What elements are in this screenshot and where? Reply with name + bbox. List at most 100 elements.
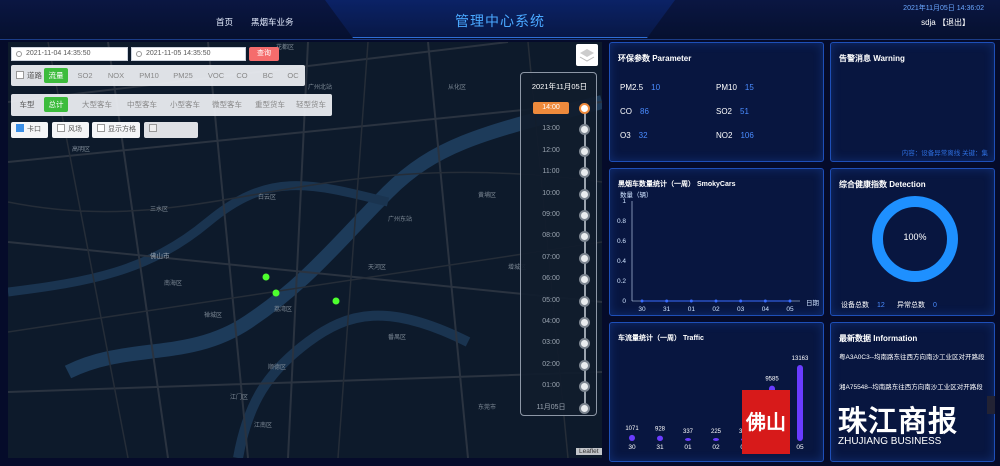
- env-key: NO2: [716, 131, 733, 140]
- timeline-dot[interactable]: [579, 124, 590, 136]
- road-checkbox[interactable]: 道路: [15, 68, 43, 83]
- vehicle-type-option[interactable]: 轻型货车: [292, 97, 330, 112]
- vehicle-type-option[interactable]: 小型客车: [166, 97, 204, 112]
- traffic-value-label: 13163: [792, 356, 809, 362]
- timeline-dot[interactable]: [579, 188, 590, 200]
- timeline-dot[interactable]: [579, 274, 590, 286]
- timeline-dot[interactable]: [579, 167, 590, 179]
- start-time-input[interactable]: 2021-11-04 14:35:50: [11, 47, 128, 61]
- vehicle-type-option[interactable]: 总计: [44, 97, 68, 112]
- traffic-xtick: 02: [712, 444, 720, 451]
- traffic-bar: [629, 434, 635, 441]
- timeline-label: 10:00: [542, 189, 560, 197]
- timeline-label: 01:00: [542, 382, 560, 390]
- timeline-dot[interactable]: [579, 252, 590, 264]
- checkpoint-checkbox[interactable]: 卡口: [11, 122, 48, 138]
- watermark-logo: 佛山: [742, 390, 790, 454]
- timeline-row[interactable]: 06:00: [521, 273, 598, 286]
- warning-title: 告警消息 Warning: [839, 54, 905, 63]
- pollutant-option[interactable]: 流量: [44, 68, 68, 83]
- scrollbar[interactable]: [987, 396, 995, 414]
- warning-note[interactable]: 内容：设备异常离线 关键：集: [902, 147, 988, 157]
- timeline-row[interactable]: 05:00: [521, 295, 598, 307]
- device-total-label: 设备总数: [841, 302, 869, 309]
- vehicle-type-option[interactable]: 重型货车: [251, 97, 289, 112]
- wind-checkbox[interactable]: 风场: [52, 122, 89, 138]
- smoky-ytick: 0.2: [617, 278, 626, 285]
- abnormal-total-label: 异常总数: [897, 302, 925, 309]
- abnormal-total-value: 0: [933, 302, 937, 309]
- device-total-value: 12: [877, 302, 885, 309]
- vehicle-type-option[interactable]: 中型客车: [123, 97, 161, 112]
- pollutant-option[interactable]: VOC: [204, 68, 228, 83]
- env-value: 32: [638, 131, 648, 140]
- timeline-dot[interactable]: [579, 359, 590, 371]
- health-title: 综合健康指数 Detection: [839, 180, 926, 189]
- pollutant-option[interactable]: PM25: [170, 68, 196, 83]
- smoky-xtick: 05: [786, 306, 794, 313]
- logout-link[interactable]: 【退出】: [938, 18, 970, 27]
- timeline-dot[interactable]: [579, 231, 590, 243]
- vehicle-type-option[interactable]: 微型客车: [208, 97, 246, 112]
- map-label: 广州东站: [388, 217, 413, 223]
- env-value: 106: [740, 131, 754, 140]
- timeline-dot[interactable]: [579, 338, 590, 350]
- road-label: 道路: [27, 71, 42, 80]
- vehicle-type-option[interactable]: 大型客车: [78, 97, 116, 112]
- timeline-row[interactable]: 14:00: [521, 102, 598, 114]
- health-panel: 综合健康指数 Detection 100% 设备总数 12 异常总数 0: [830, 168, 995, 316]
- title-frame: 管理中心系统: [325, 0, 675, 38]
- timeline-dot[interactable]: [579, 381, 590, 393]
- latest-item[interactable]: 粤A3A0C3--均南路东往西方向南沙工业区对开路段: [839, 353, 999, 362]
- env-item: CO 86: [620, 107, 649, 116]
- timeline-row[interactable]: 04:00: [521, 316, 598, 328]
- timeline-row[interactable]: 11:00: [521, 166, 598, 179]
- timeline-dot[interactable]: [579, 295, 590, 307]
- timeline-panel: 2021年11月05日 14:00 13:00 12:00 11:00 10:00 09:…: [520, 72, 597, 416]
- timeline-row[interactable]: 01:00: [521, 380, 598, 393]
- nav-home-link[interactable]: 首页: [216, 16, 233, 28]
- map-label: 荔湾区: [274, 307, 293, 313]
- timeline-row[interactable]: 12:00: [521, 145, 598, 157]
- grid-checkbox[interactable]: 显示方格: [92, 122, 140, 138]
- nav-business-link[interactable]: 黑烟车业务: [251, 16, 294, 28]
- map-label: 三水区: [150, 207, 169, 213]
- pollutant-option[interactable]: CO: [234, 68, 250, 83]
- pollutant-option[interactable]: OC: [285, 68, 301, 83]
- env-value: 51: [740, 107, 749, 116]
- smoky-ytick: 0.8: [617, 218, 626, 225]
- timeline-row[interactable]: 09:00: [521, 209, 598, 221]
- timeline-dot[interactable]: [579, 402, 590, 414]
- latest-item[interactable]: 湘A75548--均南路东往西方向南沙工业区对开路段: [839, 383, 999, 392]
- timeline-dot[interactable]: [579, 103, 590, 114]
- smoky-xtick: 02: [712, 306, 720, 313]
- timeline-label: 05:00: [542, 296, 560, 304]
- leaflet-attribution[interactable]: Leaflet: [576, 448, 602, 455]
- env-item: O3 32: [620, 131, 648, 140]
- traffic-chart: 107130928313370122502303039585041316305: [625, 356, 809, 451]
- timeline-row[interactable]: 11月05日: [521, 402, 598, 414]
- timeline-label: 06:00: [542, 275, 560, 283]
- timeline-row[interactable]: 10:00: [521, 188, 598, 200]
- timeline-dot[interactable]: [579, 210, 590, 221]
- map-label: 佛山市: [150, 253, 170, 260]
- pollutant-option[interactable]: PM10: [136, 68, 162, 83]
- query-button[interactable]: 查询: [249, 47, 279, 61]
- map-label: 天河区: [368, 265, 387, 271]
- layers-control[interactable]: [576, 44, 598, 66]
- pollutant-option[interactable]: NOX: [105, 68, 127, 83]
- timeline-row[interactable]: 07:00: [521, 252, 598, 264]
- smoky-xtick: 31: [663, 306, 671, 313]
- timeline-row[interactable]: 08:00: [521, 230, 598, 243]
- smoky-panel: 黑烟车数量统计（一周） SmokyCars 数量（辆） 日期 0 0.2 0.4 0.…: [609, 168, 824, 316]
- device-total: 设备总数 12: [841, 300, 885, 310]
- timeline-row[interactable]: 13:00: [521, 123, 598, 136]
- timeline-row[interactable]: 03:00: [521, 337, 598, 350]
- timeline-dot[interactable]: [579, 317, 590, 328]
- end-time-input[interactable]: 2021-11-05 14:35:50: [131, 47, 246, 61]
- timeline-dot[interactable]: [579, 145, 590, 157]
- pollutant-option[interactable]: SO2: [74, 68, 96, 83]
- timeline-label: 04:00: [542, 318, 560, 325]
- pollutant-option[interactable]: BC: [260, 68, 276, 83]
- timeline-row[interactable]: 02:00: [521, 359, 598, 371]
